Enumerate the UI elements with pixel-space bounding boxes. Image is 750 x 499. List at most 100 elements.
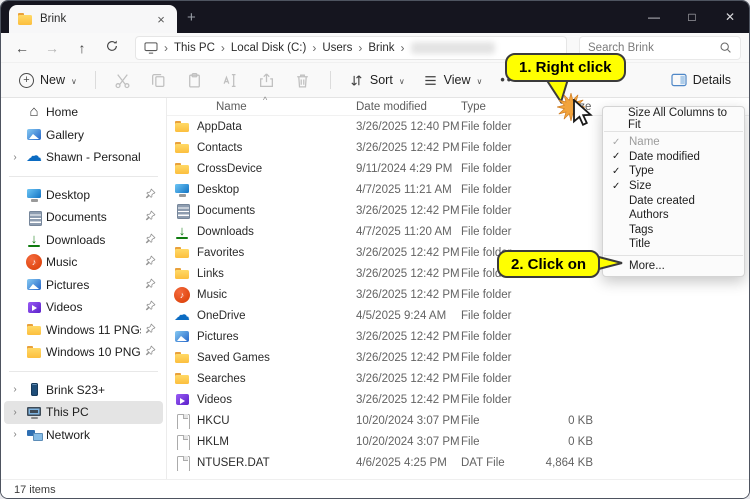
sidebar-item-documents[interactable]: Documents <box>4 206 163 229</box>
file-row[interactable]: NTUSER.DAT4/6/2025 4:25 PMDAT File4,864 … <box>167 452 749 473</box>
file-date-modified: 3/26/2025 12:40 PM <box>356 121 461 133</box>
file-icon <box>174 455 190 471</box>
menu-item-date-modified[interactable]: ✓Date modified <box>603 150 744 165</box>
close-icon[interactable]: ✕ <box>711 1 749 33</box>
file-type: File folder <box>461 394 541 406</box>
forward-icon[interactable]: → <box>39 40 65 56</box>
menu-item-more[interactable]: More... <box>603 259 744 274</box>
downloads-icon: ↓ <box>26 232 42 248</box>
breadcrumb-item[interactable]: Local Disk (C:) <box>231 42 306 54</box>
chevron-right-icon[interactable]: › <box>8 384 22 395</box>
back-icon[interactable]: ← <box>9 40 35 56</box>
checkmark-icon: ✓ <box>612 166 629 177</box>
search-placeholder: Search Brink <box>588 42 719 54</box>
file-row[interactable]: HKCU10/20/2024 3:07 PMFile0 KB <box>167 410 749 431</box>
file-row[interactable]: ♪Music3/26/2025 12:42 PMFile folder <box>167 284 749 305</box>
sidebar-item-brink-s23-[interactable]: ›Brink S23+ <box>4 379 163 402</box>
share-icon[interactable] <box>250 68 284 92</box>
file-name: Searches <box>197 373 246 385</box>
sidebar-item-pictures[interactable]: Pictures <box>4 274 163 297</box>
sort-button[interactable]: Sort ∨ <box>341 68 413 93</box>
explorer-tab[interactable]: Brink × <box>9 5 177 33</box>
file-type: File folder <box>461 121 541 133</box>
column-header-date-modified[interactable]: Date modified <box>356 101 461 113</box>
file-row[interactable]: HKLM10/20/2024 3:07 PMFile0 KB <box>167 431 749 452</box>
title-bar: Brink × + — □ ✕ <box>1 1 749 33</box>
file-type: File folder <box>461 226 541 238</box>
folder-icon <box>26 322 42 338</box>
paste-icon[interactable] <box>178 68 212 92</box>
menu-item-tags[interactable]: Tags <box>603 223 744 238</box>
file-row[interactable]: Videos3/26/2025 12:42 PMFile folder <box>167 389 749 410</box>
phone-icon <box>26 382 42 398</box>
file-row[interactable]: ☁OneDrive4/5/2025 9:24 AMFile folder <box>167 305 749 326</box>
maximize-icon[interactable]: □ <box>673 1 711 33</box>
file-type: DAT File <box>461 457 541 469</box>
file-name: AppData <box>197 121 242 133</box>
folder-icon <box>26 344 42 360</box>
breadcrumb-item[interactable]: Users <box>322 42 352 54</box>
menu-item-size[interactable]: ✓Size <box>603 179 744 194</box>
sidebar-item-downloads[interactable]: ↓Downloads <box>4 229 163 252</box>
rename-icon[interactable] <box>214 68 248 92</box>
tab-close-icon[interactable]: × <box>153 12 169 27</box>
refresh-icon[interactable] <box>99 39 125 56</box>
sidebar-item-music[interactable]: ♪Music <box>4 251 163 274</box>
menu-item-title[interactable]: Title <box>603 237 744 252</box>
sidebar-item-desktop[interactable]: Desktop <box>4 184 163 207</box>
breadcrumb-chevron-icon: › <box>220 41 226 55</box>
file-date-modified: 4/6/2025 4:25 PM <box>356 457 461 469</box>
menu-item-authors[interactable]: Authors <box>603 208 744 223</box>
sidebar-item-network[interactable]: ›Network <box>4 424 163 447</box>
folder-icon <box>174 161 190 177</box>
pin-icon <box>145 188 157 202</box>
sidebar-item-videos[interactable]: Videos <box>4 296 163 319</box>
breadcrumb-chevron-icon: › <box>311 41 317 55</box>
menu-item-type[interactable]: ✓Type <box>603 164 744 179</box>
menu-item-label: Name <box>629 136 660 148</box>
home-icon: ⌂ <box>26 104 42 120</box>
chevron-right-icon[interactable]: › <box>8 429 22 440</box>
chevron-right-icon[interactable]: › <box>8 152 22 163</box>
address-bar[interactable]: › This PC› Local Disk (C:)› Users› Brink… <box>135 36 567 60</box>
sidebar-item-home[interactable]: ⌂Home <box>4 101 163 124</box>
file-type: File folder <box>461 331 541 343</box>
view-button[interactable]: View ∨ <box>415 68 491 93</box>
cut-icon[interactable] <box>106 68 140 92</box>
breadcrumb-item[interactable]: This PC <box>174 42 215 54</box>
checkmark-icon: ✓ <box>612 151 629 162</box>
minimize-icon[interactable]: — <box>635 1 673 33</box>
mouse-cursor-icon <box>572 99 598 127</box>
file-row[interactable]: Searches3/26/2025 12:42 PMFile folder <box>167 368 749 389</box>
command-toolbar: + New ∨ Sort ∨ View <box>1 63 749 98</box>
sidebar-item-windows-10-pngs[interactable]: Windows 10 PNGs <box>4 341 163 364</box>
search-icon <box>719 41 732 54</box>
sort-button-label: Sort <box>370 73 393 87</box>
details-button[interactable]: Details <box>663 68 739 92</box>
breadcrumb-item[interactable]: Brink <box>368 42 394 54</box>
file-type: File <box>461 436 541 448</box>
new-tab-button[interactable]: + <box>187 9 196 26</box>
item-count: 17 items <box>14 484 56 496</box>
sidebar-item-windows-11-pngs[interactable]: Windows 11 PNGs <box>4 319 163 342</box>
up-icon[interactable]: ↑ <box>69 40 95 56</box>
sidebar-item-gallery[interactable]: Gallery <box>4 124 163 147</box>
menu-item-size-all-columns-to-fit[interactable]: Size All Columns to Fit <box>603 110 744 128</box>
file-row[interactable]: Saved Games3/26/2025 12:42 PMFile folder <box>167 347 749 368</box>
monitor-icon <box>174 182 190 198</box>
delete-icon[interactable] <box>286 68 320 92</box>
menu-item-date-created[interactable]: Date created <box>603 193 744 208</box>
column-header-type[interactable]: Type <box>461 101 541 113</box>
menu-item-label: Date created <box>629 195 695 207</box>
file-name: Links <box>197 268 224 280</box>
folder-icon <box>174 371 190 387</box>
sidebar-item-this-pc[interactable]: ›This PC <box>4 401 163 424</box>
chevron-right-icon[interactable]: › <box>8 407 22 418</box>
menu-item-label: More... <box>629 260 665 272</box>
sidebar-item-shawn-personal[interactable]: ›☁Shawn - Personal <box>4 146 163 169</box>
file-type: File folder <box>461 184 541 196</box>
file-date-modified: 3/26/2025 12:42 PM <box>356 268 461 280</box>
new-button[interactable]: + New ∨ <box>11 68 85 93</box>
file-row[interactable]: Pictures3/26/2025 12:42 PMFile folder <box>167 326 749 347</box>
copy-icon[interactable] <box>142 68 176 92</box>
